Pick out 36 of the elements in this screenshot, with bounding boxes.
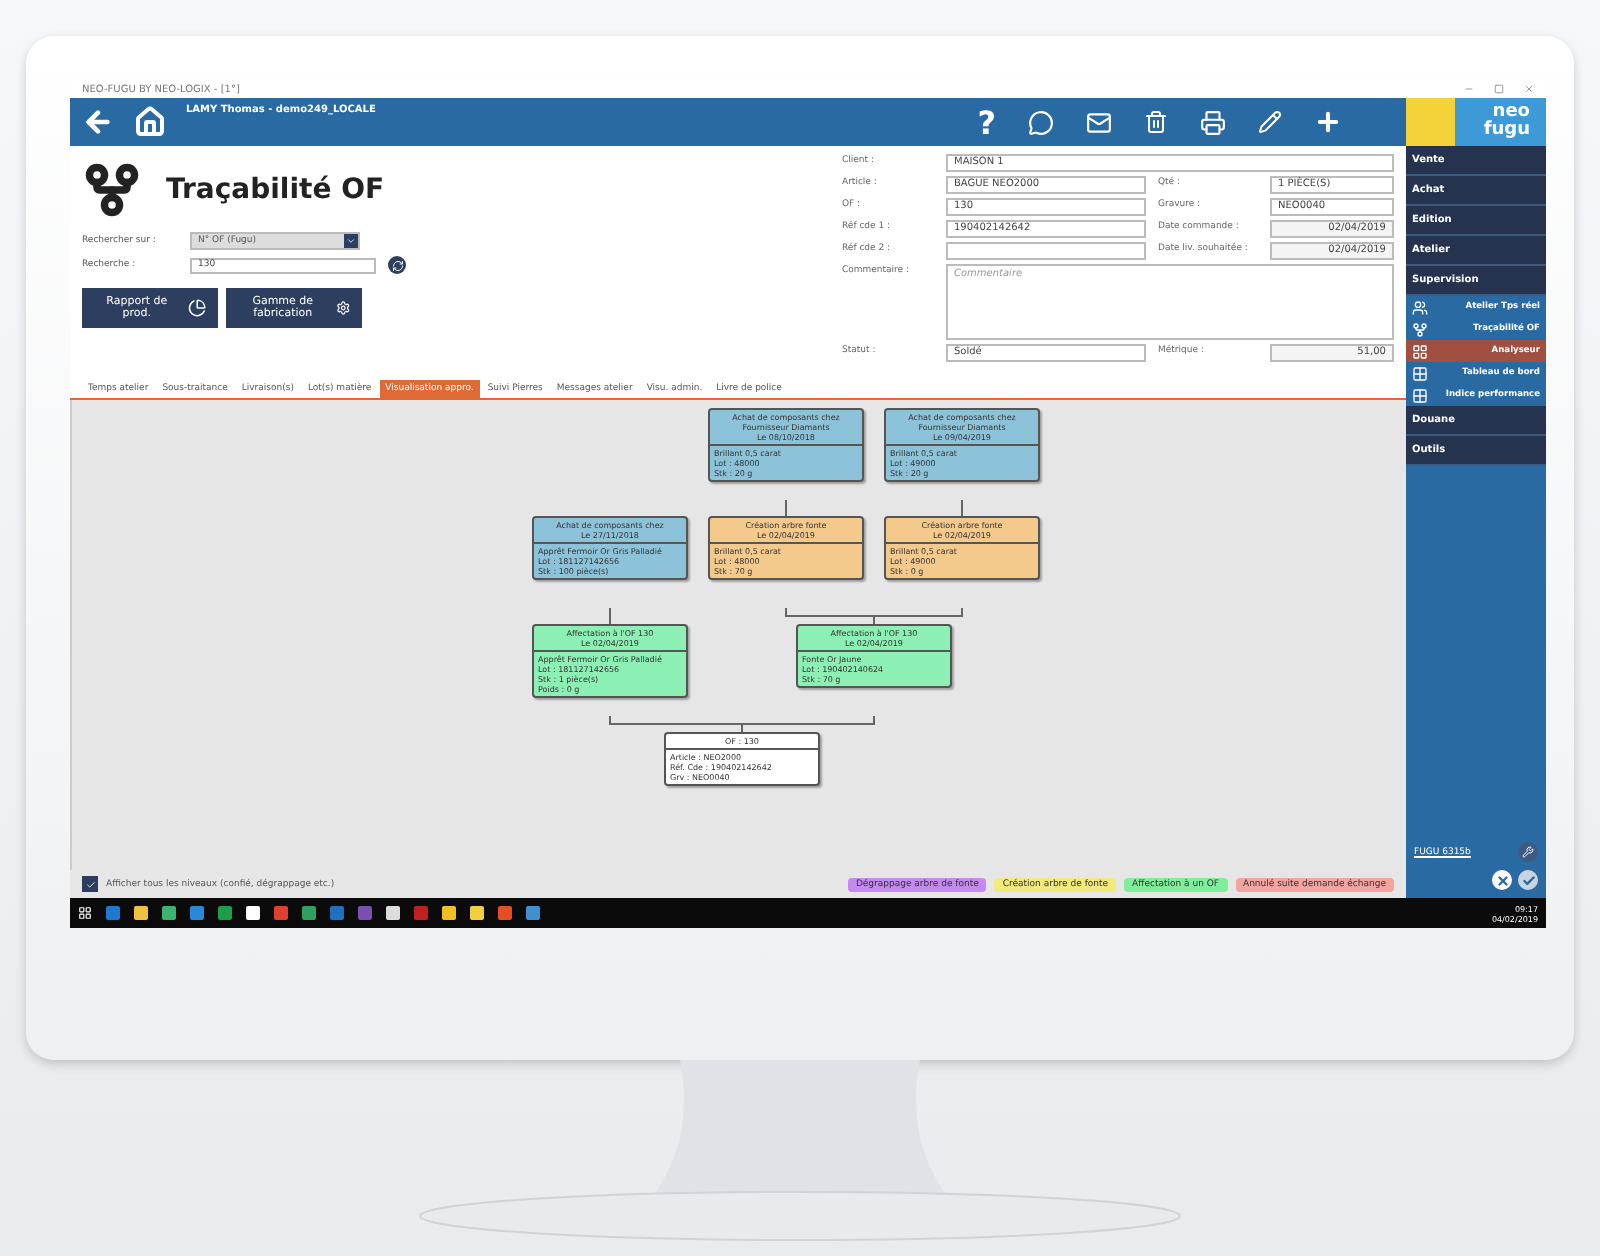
cancel-button[interactable] (1492, 870, 1512, 890)
confirm-button[interactable] (1518, 870, 1538, 890)
refresh-button[interactable] (388, 256, 406, 274)
close-icon (1495, 873, 1509, 887)
printer-icon[interactable] (1200, 109, 1226, 135)
fork-arrows-icon (1412, 321, 1428, 337)
blocks-icon (1412, 343, 1428, 359)
connector-line (961, 499, 963, 517)
help-glyph[interactable]: ? (977, 103, 996, 141)
check-icon (85, 879, 95, 889)
app-logo: neo fugu (1406, 98, 1546, 146)
caret-icon[interactable] (344, 234, 358, 248)
checkbox[interactable] (82, 876, 98, 892)
trash-icon[interactable] (1144, 110, 1168, 134)
speech-bubble-icon[interactable] (1028, 109, 1054, 135)
connector-line (785, 499, 787, 517)
envelope-icon[interactable] (1086, 109, 1112, 135)
page-title: Traçabilité OF (166, 174, 385, 206)
start-icon[interactable] (78, 906, 92, 920)
fork-arrows-icon (82, 160, 142, 220)
wrench-button[interactable] (1518, 842, 1538, 862)
connector-line (609, 607, 611, 625)
wrench-icon (1522, 846, 1534, 858)
home-icon[interactable] (134, 106, 166, 138)
refresh-icon (391, 259, 403, 271)
maximize-icon[interactable] (1494, 84, 1504, 94)
gear-icon (335, 298, 350, 318)
minimize-icon[interactable] (1464, 84, 1474, 94)
grid-icon (1412, 365, 1428, 381)
pencil-icon[interactable] (1258, 110, 1282, 134)
grid-icon (1412, 387, 1428, 403)
input-field[interactable] (946, 242, 1146, 260)
plus-icon[interactable] (1314, 108, 1342, 136)
check-icon (1521, 873, 1535, 887)
people-icon (1412, 299, 1428, 315)
pie-chart-icon (187, 298, 206, 318)
